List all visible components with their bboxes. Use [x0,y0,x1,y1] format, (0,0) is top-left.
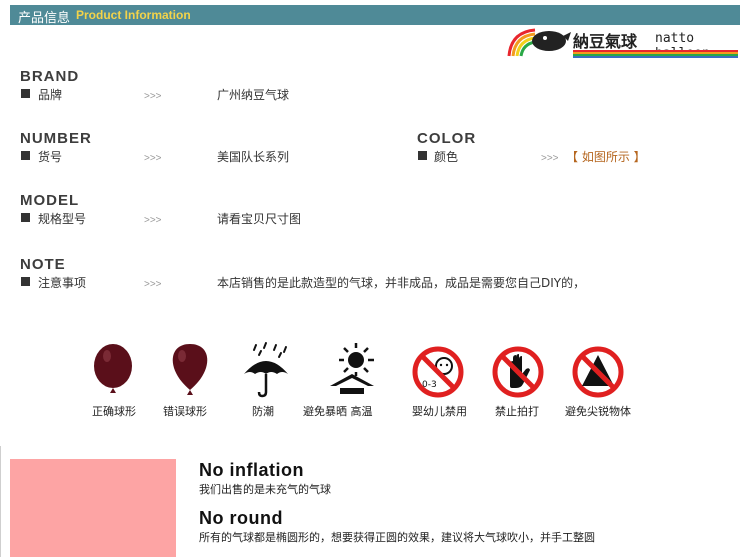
pink-block [10,459,176,557]
note-label: 注意事项 [38,276,87,290]
brand-label: 品牌 [38,88,63,102]
note-arrow: >>> [144,279,162,290]
no-inflation-title: No inflation [199,460,304,480]
left-border-line [0,446,1,557]
correct-balloon-icon [83,340,143,400]
no-infant-label: 婴幼儿禁用 [412,405,467,418]
note-caption: NOTE [20,256,66,273]
number-value: 美国队长系列 [217,150,290,164]
header-title-zh: 产品信息 [18,11,71,26]
brand-logo: 納豆氣球 natto balloon [505,26,740,61]
no-infant-icon: 0-3 [408,342,468,402]
note-value: 本店销售的是此款造型的气球，并非成品，成品是需要您自己DIY的， [217,276,586,290]
model-arrow: >>> [144,215,162,226]
no-round-title: No round [199,508,283,528]
no-round-text: 所有的气球都是椭圆形的，想要获得正圆的效果，建议将大气球吹小，并手工整圆 [199,531,595,544]
umbrella-label: 防潮 [252,405,274,418]
no-sharp-icon [568,342,628,402]
color-label: 颜色 [434,150,459,164]
brand-caption: BRAND [20,68,80,85]
brand-bullet [21,89,30,98]
sun-label: 避免暴晒 高温 [303,405,373,418]
wrong-balloon-label: 错误球形 [163,405,207,418]
no-hit-icon [488,342,548,402]
logo-mark-icon [507,28,571,57]
number-label: 货号 [38,150,63,164]
note-bullet [21,277,30,286]
color-bullet [418,151,427,160]
number-arrow: >>> [144,153,162,164]
logo-name-zh: 納豆氣球 [573,32,638,51]
model-bullet [21,213,30,222]
color-arrow: >>> [541,153,559,164]
svg-text:0-3: 0-3 [422,380,437,390]
number-caption: NUMBER [20,130,92,147]
no-inflation-text: 我们出售的是未充气的气球 [199,483,331,496]
no-sharp-label: 避免尖锐物体 [565,405,631,418]
number-bullet [21,151,30,160]
brand-value: 广州纳豆气球 [217,88,290,102]
model-value: 请看宝贝尺寸图 [217,212,302,226]
header-bar: 产品信息 Product Information [10,5,740,26]
color-value: 【 如图所示 】 [566,150,646,164]
wrong-balloon-icon [160,340,220,400]
correct-balloon-label: 正确球形 [92,405,136,418]
model-label: 规格型号 [38,212,87,226]
umbrella-icon [236,340,296,400]
brand-arrow: >>> [144,91,162,102]
logo-stripes [573,50,738,58]
sun-icon [324,340,384,400]
model-caption: MODEL [20,192,80,209]
color-caption: COLOR [417,130,477,147]
no-hit-label: 禁止拍打 [495,405,539,418]
header-title-en: Product Information [76,8,191,22]
